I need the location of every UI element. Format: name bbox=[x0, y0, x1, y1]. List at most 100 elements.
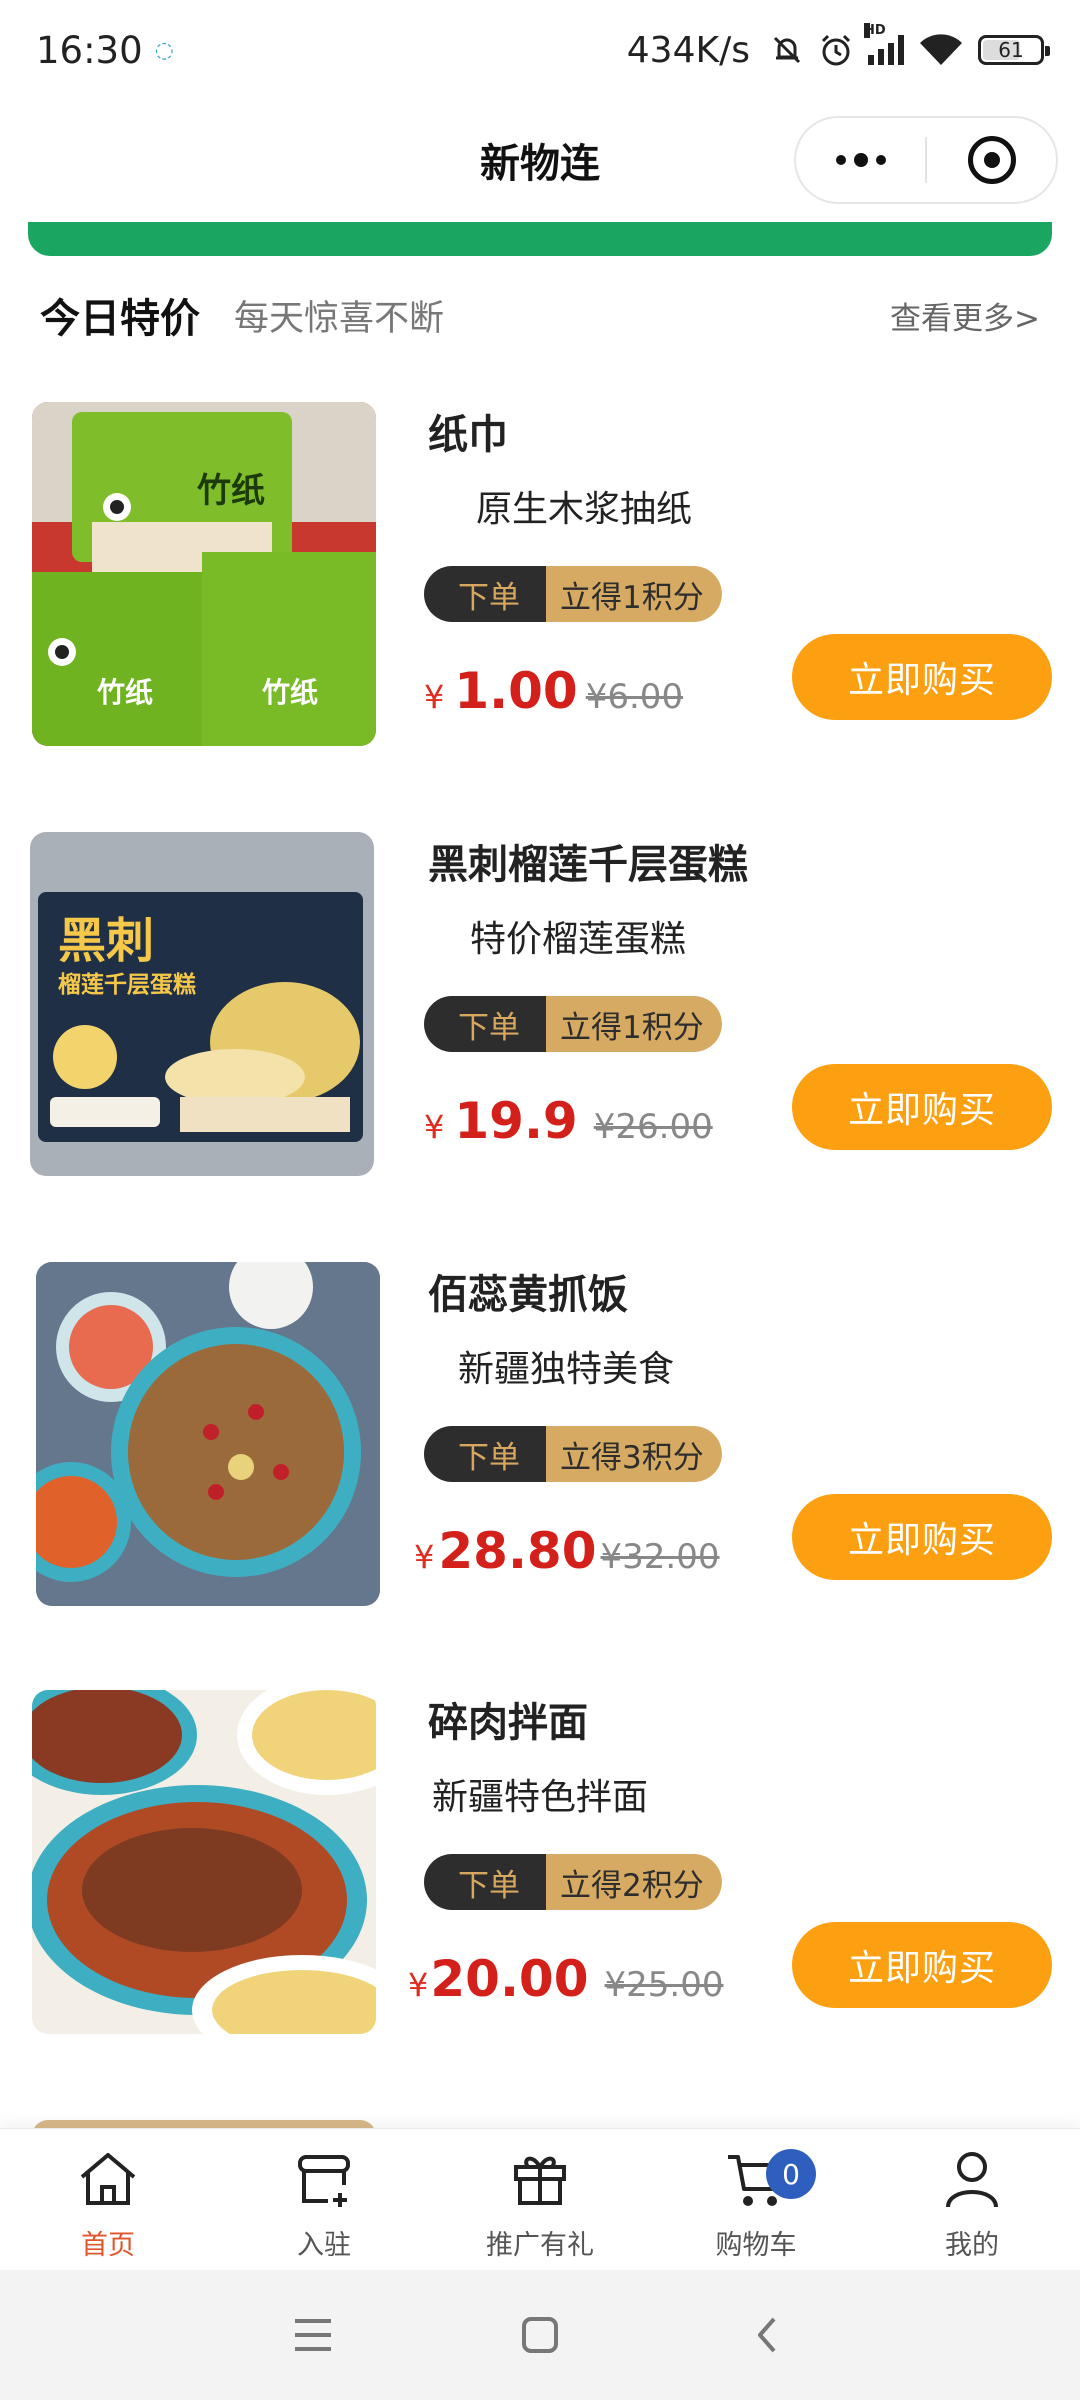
alarm-icon bbox=[821, 34, 851, 66]
product-info: 黑刺榴莲千层蛋糕 特价榴莲蛋糕 下单 立得1积分 ¥ 19.9 ¥26.00 立… bbox=[424, 832, 1080, 1182]
price-row: ¥ 19.9 ¥26.00 bbox=[424, 1092, 713, 1150]
currency-symbol: ¥ bbox=[414, 1538, 435, 1576]
buy-now-button[interactable]: 立即购买 bbox=[792, 634, 1052, 720]
nav-header: 新物连 bbox=[0, 100, 1080, 220]
daily-deals-header: 今日特价 每天惊喜不断 查看更多> bbox=[0, 270, 1080, 360]
sale-price: 20.00 bbox=[430, 1950, 589, 2008]
tissue-brand-text-3: 竹纸 bbox=[261, 676, 318, 709]
cake-sub-text: 榴莲千层蛋糕 bbox=[58, 971, 196, 998]
product-card[interactable]: 黑刺 榴莲千层蛋糕 黑刺榴莲千层蛋糕 特价榴莲蛋糕 下单 立得1积分 ¥ 19.… bbox=[0, 810, 1080, 1190]
product-image-partial[interactable] bbox=[32, 2120, 376, 2128]
product-info: 纸巾 原生木浆抽纸 下单 立得1积分 ¥ 1.00 ¥6.00 立即购买 bbox=[424, 402, 1080, 752]
points-badge: 下单 立得1积分 bbox=[424, 996, 722, 1052]
original-price: ¥32.00 bbox=[600, 1537, 720, 1577]
order-label: 下单 bbox=[424, 996, 546, 1052]
price-row: ¥ 1.00 ¥6.00 bbox=[424, 662, 683, 720]
signal-hd-label: HD bbox=[864, 23, 886, 38]
tab-label: 推广有礼 bbox=[486, 2230, 594, 2261]
network-speed: 434K/s bbox=[626, 29, 750, 71]
product-card[interactable]: 佰蕊黄抓饭 新疆独特美食 下单 立得3积分 ¥ 28.80 ¥32.00 立即购… bbox=[0, 1240, 1080, 1620]
product-image-durian-cake[interactable]: 黑刺 榴莲千层蛋糕 bbox=[30, 832, 374, 1176]
product-info: 碎肉拌面 新疆特色拌面 下单 立得2积分 ¥ 20.00 ¥25.00 立即购买 bbox=[408, 1690, 1080, 2040]
sale-price: 1.00 bbox=[454, 662, 578, 720]
tab-profile[interactable]: 我的 bbox=[864, 2129, 1080, 2270]
product-description: 特价榴莲蛋糕 bbox=[470, 919, 687, 960]
sale-price: 28.80 bbox=[438, 1522, 597, 1580]
back-arrow-icon bbox=[757, 2317, 776, 2353]
mute-bell-icon bbox=[773, 36, 801, 64]
section-subtitle: 每天惊喜不断 bbox=[234, 298, 445, 339]
order-label: 下单 bbox=[424, 1426, 546, 1482]
menu-button[interactable] bbox=[273, 2295, 353, 2375]
cake-brand-text: 黑刺 bbox=[58, 913, 154, 969]
points-label: 立得2积分 bbox=[546, 1854, 722, 1910]
order-label: 下单 bbox=[424, 1854, 546, 1910]
product-description: 原生木浆抽纸 bbox=[476, 489, 693, 530]
battery-icon: 61 bbox=[978, 35, 1050, 65]
status-bar: 16:30 ◌ 434K/s HD 61 bbox=[0, 0, 1080, 100]
cart-count-badge: 0 bbox=[766, 2149, 816, 2199]
status-indicators: 434K/s HD 61 bbox=[626, 23, 1050, 71]
currency-symbol: ¥ bbox=[424, 678, 445, 716]
points-label: 立得3积分 bbox=[546, 1426, 722, 1482]
view-more-link[interactable]: 查看更多> bbox=[890, 293, 1040, 338]
tissue-brand-text-2: 竹纸 bbox=[96, 676, 153, 709]
currency-symbol: ¥ bbox=[408, 1966, 429, 2004]
points-badge: 下单 立得3积分 bbox=[424, 1426, 722, 1482]
tab-label: 入驻 bbox=[297, 2230, 351, 2261]
buy-now-button[interactable]: 立即购买 bbox=[792, 1922, 1052, 2008]
original-price: ¥6.00 bbox=[585, 677, 684, 717]
product-description: 新疆特色拌面 bbox=[432, 1777, 649, 1818]
section-title: 今日特价 bbox=[40, 296, 200, 342]
tab-cart[interactable]: 0 购物车 bbox=[648, 2129, 864, 2270]
close-mini-program-button[interactable] bbox=[927, 118, 1056, 202]
bottom-tab-bar: 首页 入驻 推广有礼 0 购物车 我的 bbox=[0, 2128, 1080, 2270]
home-icon bbox=[80, 2153, 136, 2205]
banner-strip[interactable] bbox=[28, 222, 1052, 256]
battery-level: 61 bbox=[998, 38, 1024, 62]
points-badge: 下单 立得1积分 bbox=[424, 566, 722, 622]
tab-promotion[interactable]: 推广有礼 bbox=[432, 2129, 648, 2270]
product-card[interactable]: 竹纸 竹纸 竹纸 纸巾 原生木浆抽纸 下单 立得1积分 ¥ 1.00 ¥6.00… bbox=[0, 380, 1080, 760]
sync-icon: ◌ bbox=[154, 37, 174, 63]
store-add-icon bbox=[298, 2155, 350, 2207]
target-close-icon bbox=[967, 136, 1016, 184]
price-row: ¥ 28.80 ¥32.00 bbox=[414, 1522, 719, 1580]
points-badge: 下单 立得2积分 bbox=[424, 1854, 722, 1910]
order-label: 下单 bbox=[424, 566, 546, 622]
back-button[interactable] bbox=[727, 2295, 807, 2375]
buy-now-button[interactable]: 立即购买 bbox=[792, 1494, 1052, 1580]
original-price: ¥25.00 bbox=[604, 1965, 724, 2005]
product-image-pilaf[interactable] bbox=[36, 1262, 380, 1606]
points-label: 立得1积分 bbox=[546, 996, 722, 1052]
buy-now-button[interactable]: 立即购买 bbox=[792, 1064, 1052, 1150]
more-options-button[interactable] bbox=[796, 118, 925, 202]
price-row: ¥ 20.00 ¥25.00 bbox=[408, 1950, 723, 2008]
product-image-noodles[interactable] bbox=[32, 1690, 376, 2034]
product-card[interactable]: 碎肉拌面 新疆特色拌面 下单 立得2积分 ¥ 20.00 ¥25.00 立即购买 bbox=[0, 1668, 1080, 2048]
product-description: 新疆独特美食 bbox=[458, 1349, 675, 1390]
status-time: 16:30 bbox=[36, 28, 143, 72]
product-card-partial[interactable] bbox=[0, 2098, 1080, 2128]
tissue-brand-text: 竹纸 bbox=[197, 471, 265, 511]
wifi-icon bbox=[920, 34, 962, 65]
tab-label: 我的 bbox=[945, 2230, 999, 2261]
system-navigation-bar bbox=[0, 2270, 1080, 2400]
points-label: 立得1积分 bbox=[546, 566, 722, 622]
gift-icon bbox=[514, 2156, 566, 2205]
product-info: 佰蕊黄抓饭 新疆独特美食 下单 立得3积分 ¥ 28.80 ¥32.00 立即购… bbox=[414, 1262, 1080, 1612]
tab-join[interactable]: 入驻 bbox=[216, 2129, 432, 2270]
user-icon bbox=[946, 2152, 998, 2208]
signal-icon: HD bbox=[864, 23, 904, 65]
product-name: 碎肉拌面 bbox=[428, 1700, 588, 1746]
home-button[interactable] bbox=[500, 2295, 580, 2375]
product-name: 纸巾 bbox=[428, 412, 508, 458]
product-image-tissue[interactable]: 竹纸 竹纸 竹纸 bbox=[32, 402, 376, 746]
product-name: 佰蕊黄抓饭 bbox=[428, 1272, 628, 1318]
tab-label: 购物车 bbox=[715, 2230, 797, 2261]
mini-program-capsule bbox=[794, 116, 1058, 204]
original-price: ¥26.00 bbox=[593, 1107, 713, 1147]
tab-home[interactable]: 首页 bbox=[0, 2129, 216, 2270]
page-title: 新物连 bbox=[480, 141, 600, 187]
square-home-icon bbox=[521, 2317, 558, 2353]
